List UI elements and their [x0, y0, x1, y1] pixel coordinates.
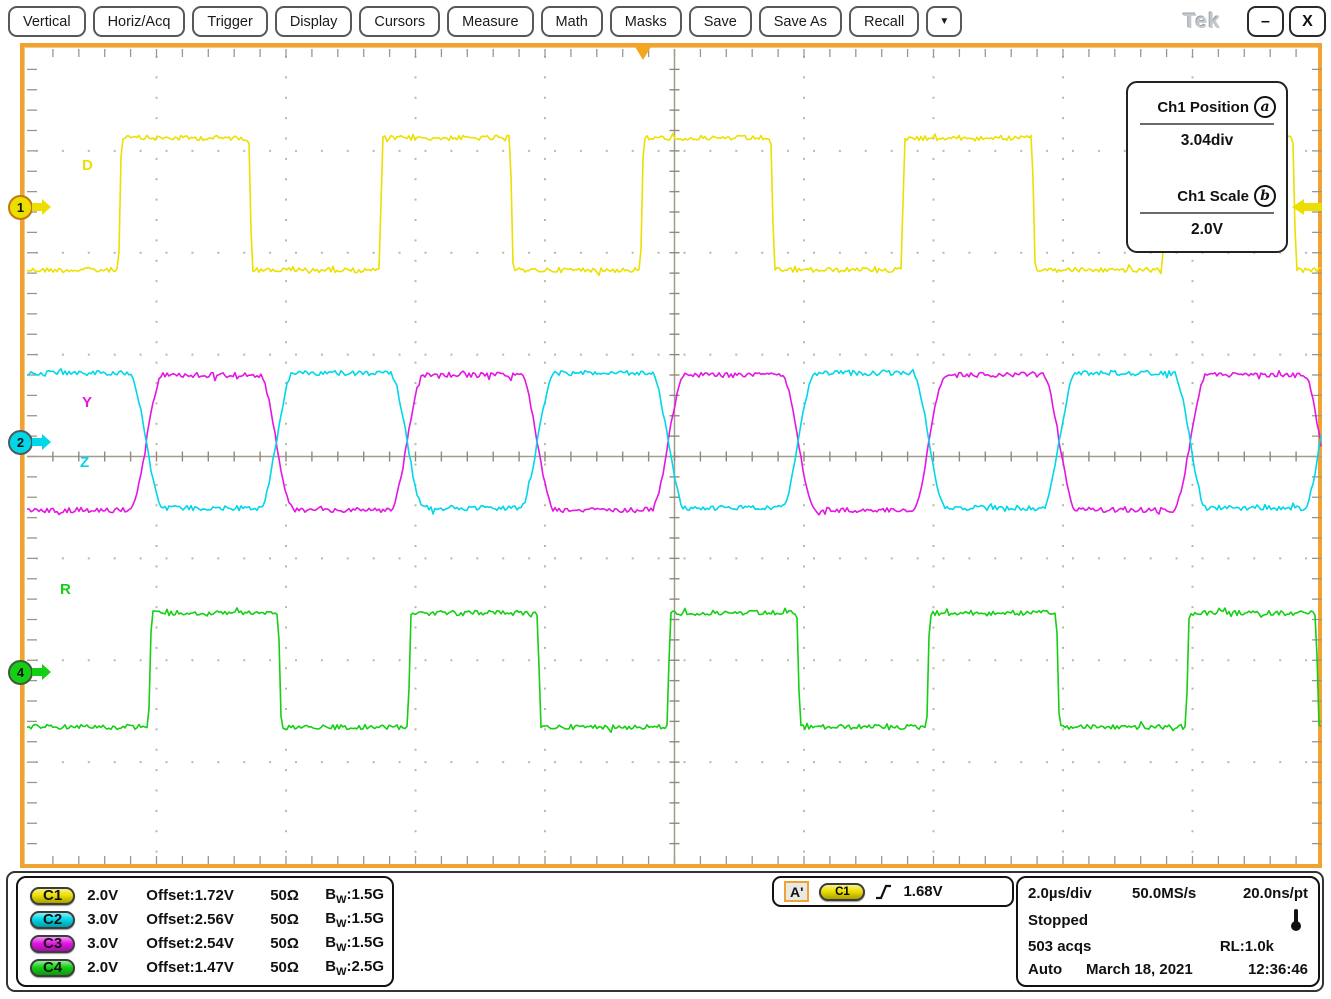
knob-a-icon: a [1254, 96, 1276, 118]
menu-button-recall[interactable]: Recall [849, 6, 919, 37]
channel-1-offset: Offset:1.72V [146, 887, 270, 904]
ch2-marker-arrow-icon [32, 434, 52, 450]
channel-4-badge[interactable]: C4 [30, 959, 75, 977]
tek-logo: Tek [1183, 10, 1221, 34]
menu-button-cursors[interactable]: Cursors [359, 6, 440, 37]
channel-4-readout-row[interactable]: C4 2.0V Offset:1.47V 50Ω BW:2.5G [30, 956, 384, 979]
menu-more-dropdown-icon[interactable]: ▼ [926, 6, 962, 37]
readout-bar: C1 2.0V Offset:1.72V 50Ω BW:1.5G C2 3.0V… [6, 871, 1324, 992]
channel-readouts: C1 2.0V Offset:1.72V 50Ω BW:1.5G C2 3.0V… [16, 876, 394, 987]
channel-3-scale: 3.0V [87, 935, 146, 952]
minimize-button[interactable]: – [1247, 6, 1284, 37]
waveform-label-r: R [60, 581, 71, 598]
channel-1-badge[interactable]: C1 [30, 887, 75, 905]
divider [1140, 123, 1274, 125]
knob-b-icon: b [1254, 185, 1276, 207]
ch4-marker-arrow-icon [32, 664, 52, 680]
channel-2-scale: 3.0V [87, 911, 146, 928]
channel-3-bandwidth: BW:1.5G [325, 934, 384, 954]
trigger-level-arrow-icon[interactable] [1292, 198, 1322, 216]
menu-button-save[interactable]: Save [689, 6, 752, 37]
channel-4-termination: 50Ω [270, 959, 325, 976]
waveform-label-d: D [82, 157, 93, 174]
ch1-scale-label: Ch1 Scale [1177, 188, 1249, 205]
menu-button-display[interactable]: Display [275, 6, 353, 37]
ch1-scale-group[interactable]: Ch1 Scale b 2.0V [1138, 185, 1276, 239]
ch1-readout-panel: Ch1 Position a 3.04div Ch1 Scale b 2.0V [1126, 81, 1288, 253]
channel-2-termination: 50Ω [270, 911, 325, 928]
trigger-readout[interactable]: A' C1 1.68V [772, 876, 1014, 907]
time-value: 12:36:46 [1248, 961, 1308, 978]
ch1-scale-value: 2.0V [1138, 221, 1276, 239]
channel-3-badge[interactable]: C3 [30, 935, 75, 953]
trigger-level-value: 1.68V [903, 883, 942, 900]
channel-2-badge[interactable]: C2 [30, 911, 75, 929]
graticule: D Y Z R 1 2 4 Ch1 Position a [20, 43, 1322, 868]
ch1-position-group[interactable]: Ch1 Position a 3.04div [1138, 96, 1276, 150]
ch1-marker-arrow-icon [32, 199, 52, 215]
menu-bar: Vertical Horiz/Acq Trigger Display Curso… [0, 0, 1331, 43]
channel-1-scale: 2.0V [87, 887, 146, 904]
channel-1-readout-row[interactable]: C1 2.0V Offset:1.72V 50Ω BW:1.5G [30, 884, 384, 907]
ch1-position-label: Ch1 Position [1157, 99, 1249, 116]
trigger-mode-value: Auto [1028, 961, 1086, 978]
ch1-position-marker[interactable]: 1 [8, 194, 56, 220]
acquisition-state: Stopped [1028, 912, 1088, 929]
trigger-position-marker-icon[interactable] [634, 45, 652, 60]
ch1-position-value: 3.04div [1138, 132, 1276, 150]
channel-1-bandwidth: BW:1.5G [325, 886, 384, 906]
trigger-a-badge: A' [784, 881, 809, 902]
resolution-value: 20.0ns/pt [1243, 885, 1308, 902]
menu-button-measure[interactable]: Measure [447, 6, 533, 37]
divider [1140, 212, 1274, 214]
oscilloscope-app: Vertical Horiz/Acq Trigger Display Curso… [0, 0, 1331, 999]
timebase-value: 2.0µs/div [1028, 885, 1132, 902]
ch2-position-marker[interactable]: 2 [8, 429, 56, 455]
menu-button-trigger[interactable]: Trigger [192, 6, 267, 37]
waveform-label-y: Y [82, 394, 92, 411]
menu-button-horiz-acq[interactable]: Horiz/Acq [93, 6, 186, 37]
thermometer-icon [1290, 908, 1302, 932]
channel-1-termination: 50Ω [270, 887, 325, 904]
channel-4-scale: 2.0V [87, 959, 146, 976]
waveform-label-z: Z [80, 454, 89, 471]
ch4-position-marker[interactable]: 4 [8, 659, 56, 685]
date-value: March 18, 2021 [1086, 961, 1193, 978]
channel-2-bandwidth: BW:1.5G [325, 910, 384, 930]
menu-button-save-as[interactable]: Save As [759, 6, 842, 37]
acquisition-count: 503 acqs [1028, 938, 1091, 955]
menu-button-math[interactable]: Math [541, 6, 603, 37]
channel-3-termination: 50Ω [270, 935, 325, 952]
channel-3-readout-row[interactable]: C3 3.0V Offset:2.54V 50Ω BW:1.5G [30, 932, 384, 955]
channel-4-offset: Offset:1.47V [146, 959, 270, 976]
channel-3-offset: Offset:2.54V [146, 935, 270, 952]
menu-button-vertical[interactable]: Vertical [8, 6, 86, 37]
record-length-value: RL:1.0k [1220, 938, 1274, 955]
channel-2-readout-row[interactable]: C2 3.0V Offset:2.56V 50Ω BW:1.5G [30, 908, 384, 931]
trigger-source-badge[interactable]: C1 [819, 883, 865, 901]
channel-2-offset: Offset:2.56V [146, 911, 270, 928]
close-button[interactable]: X [1289, 6, 1326, 37]
channel-4-bandwidth: BW:2.5G [325, 958, 384, 978]
menu-button-masks[interactable]: Masks [610, 6, 682, 37]
sample-rate-value: 50.0MS/s [1132, 885, 1196, 902]
acquisition-readout: 2.0µs/div 50.0MS/s 20.0ns/pt Stopped 503… [1016, 876, 1320, 987]
rising-edge-slope-icon [875, 883, 893, 901]
